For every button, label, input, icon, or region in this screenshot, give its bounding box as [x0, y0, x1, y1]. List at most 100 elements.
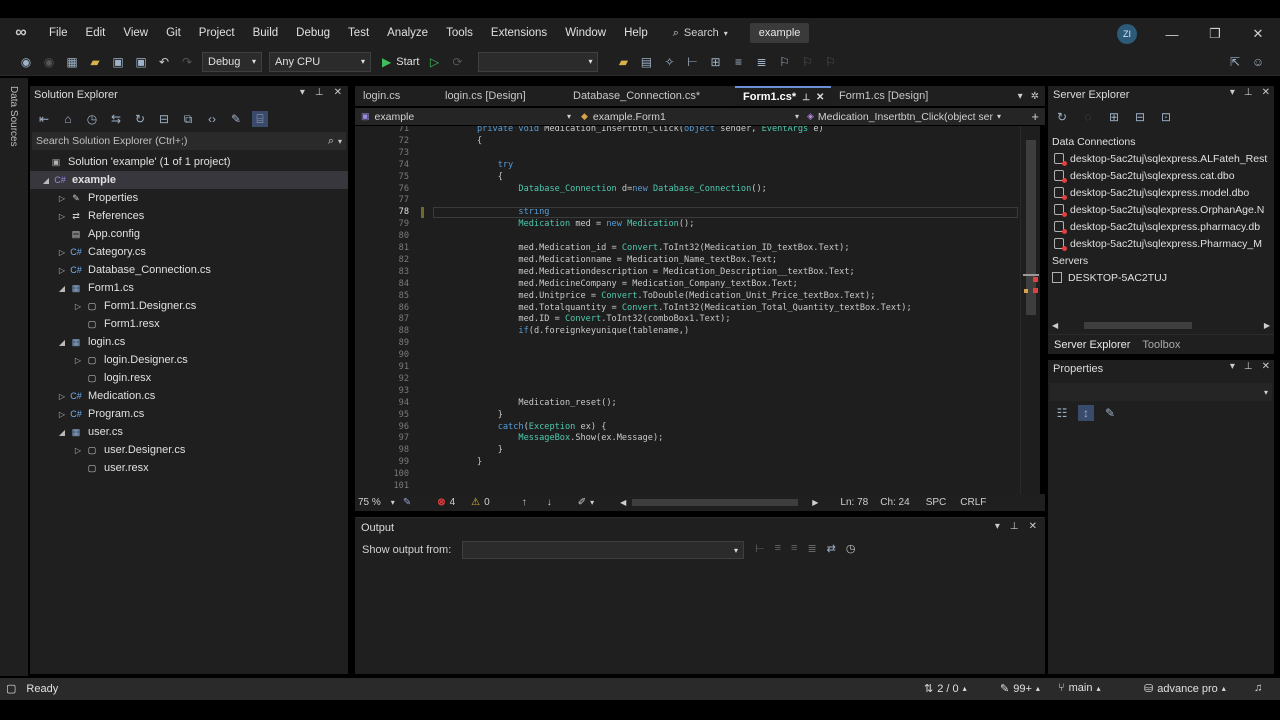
solution-tree-item[interactable]: ▷ C# Database_Connection.cs — [30, 261, 348, 279]
property-pages-icon[interactable]: ✎ — [1102, 405, 1118, 421]
line-ending-indicator[interactable]: CRLF — [960, 497, 986, 508]
data-connection-item[interactable]: desktop-5ac2tuj\sqlexpress.OrphanAge.N — [1052, 201, 1272, 218]
word-wrap-icon[interactable]: ⇄ — [827, 542, 836, 555]
data-connection-item[interactable]: desktop-5ac2tuj\sqlexpress.cat.dbo — [1052, 167, 1272, 184]
solution-tree-item[interactable]: ▷ C# Medication.cs — [30, 387, 348, 405]
home-icon[interactable]: ⌂ — [60, 111, 76, 127]
preview-icon[interactable]: ⌸ — [252, 111, 268, 127]
code-line[interactable]: Medication med = new Medication(); — [477, 219, 694, 229]
connect-database-icon[interactable]: ⊞ — [1106, 109, 1122, 125]
save-icon[interactable]: ▣ — [110, 54, 126, 70]
servers-node[interactable]: Servers — [1052, 252, 1272, 269]
chevron-down-icon[interactable]: ▾ — [391, 498, 395, 507]
chevron-down-icon[interactable]: ▾ — [1230, 361, 1235, 372]
expand-arrow-icon[interactable]: ▷ — [56, 248, 68, 257]
solution-platform-dropdown[interactable]: Any CPU ▾ — [269, 51, 371, 72]
format-icon[interactable]: ⊞ — [707, 54, 723, 70]
solution-tree-item[interactable]: ▷ ▢ Form1.Designer.cs — [30, 297, 348, 315]
pin-icon[interactable]: ⊥ — [1244, 361, 1253, 372]
solution-tree-item[interactable]: ▷ ⇄ References — [30, 207, 348, 225]
code-line[interactable]: { — [477, 136, 482, 146]
redo-icon[interactable]: ↷ — [179, 54, 195, 70]
expand-arrow-icon[interactable]: ▷ — [56, 266, 68, 275]
whitespace-indicator[interactable]: SPC — [926, 497, 947, 508]
server-node[interactable]: DESKTOP-5AC2TUJ — [1052, 269, 1272, 286]
go-to-next-icon[interactable]: ≡ — [791, 542, 797, 555]
folder-icon[interactable]: ▰ — [615, 54, 631, 70]
settings-icon[interactable]: ✧ — [661, 54, 677, 70]
tab-server-explorer[interactable]: Server Explorer — [1048, 339, 1136, 351]
code-line[interactable]: } — [477, 410, 503, 420]
global-search[interactable]: ⌕ Search ▾ — [665, 27, 736, 40]
data-connection-item[interactable]: desktop-5ac2tuj\sqlexpress.ALFateh_Rest — [1052, 150, 1272, 167]
code-line[interactable]: { — [477, 172, 503, 182]
code-line[interactable]: med.Totalquantity = Convert.ToInt32(Medi… — [477, 303, 911, 313]
comment-icon[interactable]: ≡ — [730, 54, 746, 70]
bookmark-icon[interactable]: ⚐ — [776, 54, 792, 70]
member-dropdown[interactable]: ◈ Medication_Insertbtn_Click(object ser … — [803, 111, 1023, 123]
solution-tree-item[interactable]: ▢ login.resx — [30, 369, 348, 387]
code-line[interactable]: catch(Exception ex) { — [477, 422, 607, 432]
menu-project[interactable]: Project — [190, 27, 244, 39]
avatar[interactable]: ZI — [1117, 24, 1137, 44]
pin-icon[interactable]: ⊥ — [315, 87, 324, 98]
error-count[interactable]: 4 — [450, 497, 456, 508]
pin-icon[interactable]: ⊥ — [802, 92, 810, 103]
menu-analyze[interactable]: Analyze — [378, 27, 437, 39]
server-horizontal-scrollbar[interactable]: ◀ ▶ — [1052, 320, 1270, 330]
code-line[interactable]: med.Medicationdescription = Medication_D… — [477, 267, 854, 277]
tab-form1-cs[interactable]: Form1.cs* ⊥ ✕ — [735, 86, 831, 106]
data-connections-node[interactable]: Data Connections — [1052, 133, 1272, 150]
menu-test[interactable]: Test — [339, 27, 378, 39]
git-changes-indicator[interactable]: ⇅ 2 / 0 ▴ — [924, 682, 967, 696]
minimize-icon[interactable]: — — [1162, 24, 1182, 44]
pin-icon[interactable]: ⊥ — [1244, 87, 1253, 98]
code-line[interactable]: med.MedicineCompany = Medication_Company… — [477, 279, 797, 289]
menu-window[interactable]: Window — [556, 27, 615, 39]
properties-object-dropdown[interactable]: ▾ — [1050, 383, 1272, 401]
menu-help[interactable]: Help — [615, 27, 657, 39]
tab-toolbox[interactable]: Toolbox — [1136, 339, 1186, 351]
menu-edit[interactable]: Edit — [77, 27, 115, 39]
sync-icon[interactable]: ⇆ — [108, 111, 124, 127]
brush-icon[interactable]: ✐ — [578, 497, 586, 508]
solution-tree-item[interactable]: ▷ C# Category.cs — [30, 243, 348, 261]
uncomment-icon[interactable]: ≣ — [753, 54, 769, 70]
sharepoint-icon[interactable]: ⊡ — [1158, 109, 1174, 125]
close-window-icon[interactable]: ✕ — [1248, 24, 1268, 44]
solution-search-input[interactable]: Search Solution Explorer (Ctrl+;) ⌕ ▾ — [32, 132, 346, 150]
code-editor[interactable]: 71 72 73 74 75 76 77 78 79 80 81 82 83 84 85 86 87 88 89 90… — [355, 126, 1020, 494]
menu-git[interactable]: Git — [157, 27, 190, 39]
expand-arrow-icon[interactable]: ◢ — [40, 176, 52, 185]
arrow-down-icon[interactable]: ↓ — [547, 497, 552, 508]
code-line[interactable]: } — [477, 445, 503, 455]
close-icon[interactable]: ✕ — [1262, 87, 1270, 98]
close-icon[interactable]: ✕ — [1029, 521, 1037, 532]
close-icon[interactable]: ✕ — [334, 87, 342, 98]
output-source-dropdown[interactable]: ▾ — [462, 541, 744, 559]
notifications-icon[interactable]: ♫ — [1254, 682, 1262, 694]
expand-arrow-icon[interactable]: ▷ — [72, 356, 84, 365]
code-view-icon[interactable]: ‹› — [204, 111, 220, 127]
tab-overflow-icon[interactable]: ▾ — [1018, 91, 1023, 102]
expand-arrow-icon[interactable]: ◢ — [56, 338, 68, 347]
scrollbar-thumb[interactable] — [1084, 321, 1193, 329]
clear-all-icon[interactable]: ≣ — [807, 542, 816, 555]
data-sources-tab[interactable]: Data Sources — [8, 86, 19, 147]
code-line[interactable]: med.Unitprice = Convert.ToDouble(Medicat… — [477, 291, 875, 301]
open-folder-icon[interactable]: ▰ — [87, 54, 103, 70]
expand-arrow-icon[interactable]: ◢ — [56, 428, 68, 437]
settings-icon[interactable]: ✲ — [1031, 91, 1039, 102]
close-icon[interactable]: ✕ — [1262, 361, 1270, 372]
code-line[interactable]: try — [477, 160, 514, 170]
scroll-left-icon[interactable]: ◀ — [620, 498, 626, 507]
back-icon[interactable]: ⇤ — [36, 111, 52, 127]
code-line[interactable]: med.Medication_id = Convert.ToInt32(Medi… — [477, 243, 849, 253]
undo-icon[interactable]: ↶ — [156, 54, 172, 70]
align-icon[interactable]: ⊢ — [684, 54, 700, 70]
chevron-down-icon[interactable]: ▾ — [590, 498, 594, 507]
hot-reload-icon[interactable]: ⟳ — [449, 54, 465, 70]
scroll-right-icon[interactable]: ▶ — [812, 498, 818, 507]
edits-indicator[interactable]: ✎ 99+ ▴ — [1000, 682, 1040, 696]
solution-configuration-dropdown[interactable]: Debug ▾ — [202, 51, 262, 72]
